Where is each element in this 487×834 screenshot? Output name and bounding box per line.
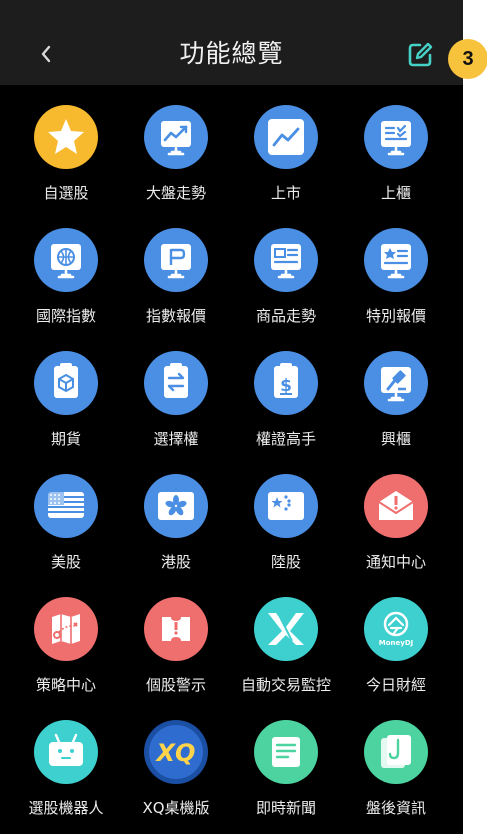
market-trend-icon-graphic [144,105,208,169]
special-quote-icon-graphic [364,228,428,292]
globe-icon-graphic [34,228,98,292]
feature-tile[interactable]: 上櫃 [340,85,450,207]
emerging-board-icon-graphic [364,351,428,415]
feature-tile[interactable]: 美股 [10,454,120,576]
market-trend-icon [144,105,208,169]
feature-tile[interactable]: $ 權證高手 [230,331,340,453]
news-icon [254,720,318,784]
after-hours-icon [364,720,428,784]
notification-envelope-icon [364,474,428,538]
feature-tile[interactable]: 選擇權 [120,331,230,453]
after-hours-icon-graphic [364,720,428,784]
step-badge: 3 [448,39,487,79]
feature-tile[interactable]: 自選股 [10,85,120,207]
stock-alert-icon-graphic [144,597,208,661]
moneydj-logo-text: MoneyDJ [379,639,413,647]
moneydj-logo-icon-graphic: MoneyDJ [364,597,428,661]
header-bar: 功能總覽 [0,22,463,85]
feature-tile[interactable]: MoneyDJ 今日財經 [340,577,450,699]
feature-tile[interactable]: 特別報價 [340,208,450,330]
feature-tile[interactable]: 個股警示 [120,577,230,699]
china-flag-icon [254,474,318,538]
flag-icon-graphic [144,228,208,292]
feature-label: 今日財經 [365,676,426,694]
phone-screen: 功能總覽 自選股 大盤走勢 上市上櫃國際指數 指數報價 商品走勢特別報價期貨 選擇權 $ 權證… [0,0,463,834]
xq-logo-icon-graphic: XQ [144,720,208,784]
status-bar [0,0,463,22]
options-clipboard-icon-graphic [144,351,208,415]
feature-label: 上櫃 [380,184,411,202]
board-list-icon-graphic [364,105,428,169]
feature-tile[interactable]: 指數報價 [120,208,230,330]
feature-tile[interactable]: 自動交易監控 [230,577,340,699]
star-icon [34,105,98,169]
feature-tile[interactable]: 大盤走勢 [120,85,230,207]
emerging-board-icon [364,351,428,415]
feature-tile[interactable]: XQ XQ桌機版 [120,700,230,822]
feature-tile[interactable]: 興櫃 [340,331,450,453]
futures-clipboard-icon-graphic [34,351,98,415]
hk-flag-icon [144,474,208,538]
edit-icon [408,42,433,67]
commodity-board-icon [254,228,318,292]
feature-label: 盤後資訊 [365,799,426,817]
feature-label: 通知中心 [365,553,426,571]
edit-button[interactable] [403,38,437,72]
hk-flag-icon-graphic [144,474,208,538]
feature-tile[interactable]: 國際指數 [10,208,120,330]
feature-tile[interactable]: 陸股 [230,454,340,576]
feature-tile[interactable]: 選股機器人 [10,700,120,822]
feature-tile[interactable]: 港股 [120,454,230,576]
options-clipboard-icon [144,351,208,415]
strategy-map-icon [34,597,98,661]
line-chart-icon [254,105,318,169]
strategy-map-icon-graphic [34,597,98,661]
feature-tile[interactable]: 通知中心 [340,454,450,576]
xq-logo-icon: XQ [144,720,208,784]
star-icon-graphic [34,105,98,169]
feature-tile[interactable]: 商品走勢 [230,208,340,330]
feature-tile[interactable]: 盤後資訊 [340,700,450,822]
special-quote-icon [364,228,428,292]
feature-tile[interactable]: 上市 [230,85,340,207]
page-title: 功能總覽 [179,39,284,68]
feature-label: 特別報價 [365,307,426,325]
feature-tile[interactable]: 即時新聞 [230,700,340,822]
notification-envelope-icon-graphic [364,474,428,538]
us-flag-icon-graphic [34,474,98,538]
feature-tile[interactable]: 策略中心 [10,577,120,699]
board-list-icon [364,105,428,169]
robot-icon [34,720,98,784]
moneydj-logo-icon: MoneyDJ [364,597,428,661]
xq-logo-text: XQ [155,739,196,767]
us-flag-icon [34,474,98,538]
china-flag-icon-graphic [254,474,318,538]
globe-icon [34,228,98,292]
feature-label: 興櫃 [380,430,411,448]
flag-icon [144,228,208,292]
xs-logo-icon [254,597,318,661]
stock-alert-icon [144,597,208,661]
robot-icon-graphic [34,720,98,784]
futures-clipboard-icon [34,351,98,415]
xs-logo-icon-graphic [254,597,318,661]
news-icon-graphic [254,720,318,784]
line-chart-icon-graphic [254,105,318,169]
commodity-board-icon-graphic [254,228,318,292]
feature-tile[interactable]: 期貨 [10,331,120,453]
warrant-clipboard-icon-graphic: $ [254,351,318,415]
warrant-clipboard-icon: $ [254,351,318,415]
